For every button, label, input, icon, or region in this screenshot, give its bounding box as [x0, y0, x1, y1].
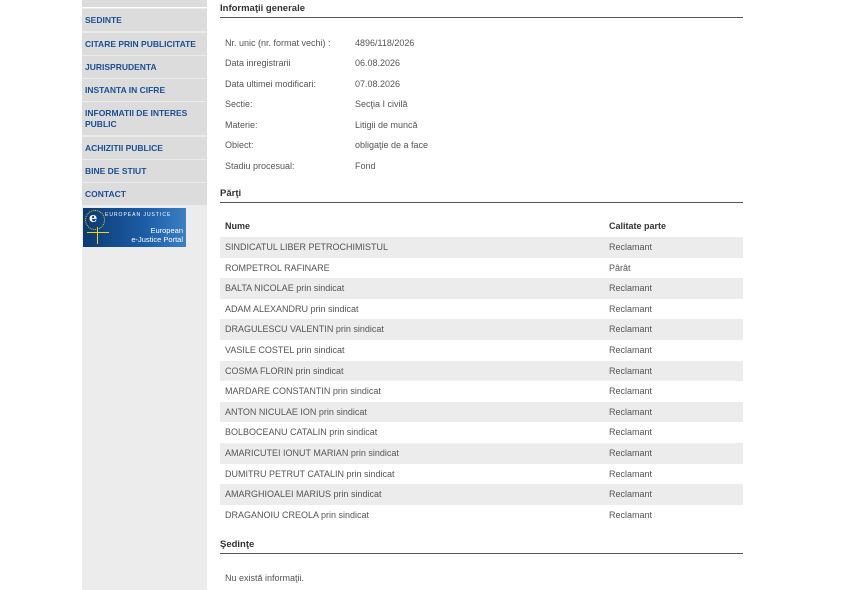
sidebar-item-achizitii-publice[interactable]: ACHIZITII PUBLICE	[82, 137, 207, 159]
table-row: MARDARE CONSTANTIN prin sindicat Reclama…	[220, 381, 743, 402]
party-role: Reclamant	[609, 509, 653, 520]
info-label: Stadiu procesual:	[225, 161, 295, 171]
party-role: Reclamant	[609, 448, 653, 458]
e-justice-portal-banner[interactable]: e EUROPEAN JUSTICE European e-Justice Po…	[83, 208, 186, 247]
sidebar-item-sedinte[interactable]: SEDINTE	[82, 9, 207, 31]
info-label: Data inregistrarii	[225, 58, 291, 68]
table-row: COSMA FLORIN prin sindicat Reclamant	[220, 360, 743, 382]
table-row: ANTON NICULAE ION prin sindicat Reclaman…	[220, 401, 743, 423]
info-value: Litigii de muncă	[355, 120, 418, 130]
party-role: Reclamant	[609, 489, 653, 500]
party-role: Reclamant	[609, 324, 653, 335]
party-name: ROMPETROL RAFINARE	[225, 262, 330, 273]
info-value: 4896/118/2026	[355, 38, 415, 48]
general-info-title: Informaţii generale	[220, 3, 743, 18]
table-row: VASILE COSTEL prin sindicat Reclamant	[220, 340, 743, 361]
parti-title: Părţi	[220, 188, 743, 203]
header-role: Calitate parte	[609, 221, 667, 231]
sidebar-item-contact[interactable]: CONTACT	[82, 183, 207, 205]
party-name: BALTA NICOLAE prin sindicat	[225, 283, 345, 294]
table-row: DUMITRU PETRUT CATALIN prin sindicat Rec…	[220, 464, 743, 485]
info-value: obligaţie de a face	[355, 140, 429, 150]
party-name: ADAM ALEXANDRU prin sindicat	[225, 303, 359, 314]
party-role: Reclamant	[609, 365, 653, 376]
table-row: ADAM ALEXANDRU prin sindicat Reclamant	[220, 299, 743, 320]
sidebar-item-bine-de-stiut[interactable]: BINE DE STIUT	[82, 160, 207, 182]
info-value: Fond	[355, 161, 376, 171]
scales-icon	[87, 227, 109, 245]
party-name: SINDICATUL LIBER PETROCHIMISTUL	[225, 242, 389, 252]
party-name: AMARGHIOALEI MARIUS prin sindicat	[225, 489, 382, 500]
table-row: SINDICATUL LIBER PETROCHIMISTUL Reclaman…	[220, 237, 743, 258]
party-name: COSMA FLORIN prin sindicat	[225, 365, 344, 376]
banner-portal-line2: e-Justice Portal	[131, 235, 183, 244]
party-role: Pârât	[609, 262, 631, 273]
table-row: BOLBOCEANU CATALIN prin sindicat Reclama…	[220, 422, 743, 443]
table-row: ROMPETROL RAFINARE Pârât	[220, 258, 743, 279]
party-role: Reclamant	[609, 468, 653, 479]
table-row: BALTA NICOLAE prin sindicat Reclamant	[220, 278, 743, 299]
sedinte-empty-label: Nu există informaţii.	[225, 573, 305, 583]
party-role: Reclamant	[609, 283, 653, 294]
party-name: VASILE COSTEL prin sindicat	[225, 345, 345, 355]
info-value: 06.08.2026	[355, 58, 401, 68]
banner-eu-text: EUROPEAN JUSTICE	[105, 212, 172, 218]
sidebar-item-jurisprudenta[interactable]: JURISPRUDENTA	[82, 56, 207, 78]
table-row: AMARGHIOALEI MARIUS prin sindicat Reclam…	[220, 484, 743, 505]
table-row: DRAGANOIU CREOLA prin sindicat Reclamant	[220, 505, 743, 526]
party-name: AMARICUTEI IONUT MARIAN prin sindicat	[225, 448, 399, 458]
sidebar-top-item[interactable]	[82, 0, 207, 8]
header-name: Nume	[225, 221, 251, 231]
party-role: Reclamant	[609, 427, 653, 438]
info-value: 07.08.2026	[355, 79, 401, 89]
info-label: Data ultimei modificari:	[225, 79, 317, 89]
party-name: DRAGANOIU CREOLA prin sindicat	[225, 509, 370, 520]
party-role: Reclamant	[609, 406, 653, 417]
info-label: Materie:	[225, 120, 258, 130]
banner-portal-line1: European	[150, 226, 183, 235]
sidebar-item-citare-prin-publicitate[interactable]: CITARE PRIN PUBLICITATE	[82, 33, 207, 55]
party-name: BOLBOCEANU CATALIN prin sindicat	[225, 427, 378, 438]
info-label: Obiect:	[225, 140, 254, 150]
sidebar-item-instanta-in-cifre[interactable]: INSTANTA IN CIFRE	[82, 79, 207, 101]
party-name: MARDARE CONSTANTIN prin sindicat	[225, 386, 381, 397]
party-role: Reclamant	[609, 303, 653, 314]
party-name: DUMITRU PETRUT CATALIN prin sindicat	[225, 468, 395, 479]
info-label: Sectie:	[225, 99, 253, 109]
table-row: DRAGULESCU VALENTIN prin sindicat Reclam…	[220, 319, 743, 340]
info-value: Secţia I civilă	[355, 99, 408, 109]
parti-table-header: Nume Calitate parte	[220, 216, 743, 236]
party-name: ANTON NICULAE ION prin sindicat	[225, 406, 367, 417]
table-row: AMARICUTEI IONUT MARIAN prin sindicat Re…	[220, 443, 743, 464]
e-justice-logo-icon: e	[89, 211, 98, 226]
info-label: Nr. unic (nr. format vechi) :	[225, 38, 331, 48]
party-role: Reclamant	[609, 345, 653, 355]
banner-portal-text: European e-Justice Portal	[131, 226, 183, 244]
sedinte-title: Şedinţe	[220, 539, 743, 554]
party-name: DRAGULESCU VALENTIN prin sindicat	[225, 324, 384, 335]
party-role: Reclamant	[609, 242, 653, 252]
sidebar-item-informatii-de-interes-public[interactable]: INFORMATII DE INTERES PUBLIC	[82, 102, 207, 135]
party-role: Reclamant	[609, 386, 653, 397]
